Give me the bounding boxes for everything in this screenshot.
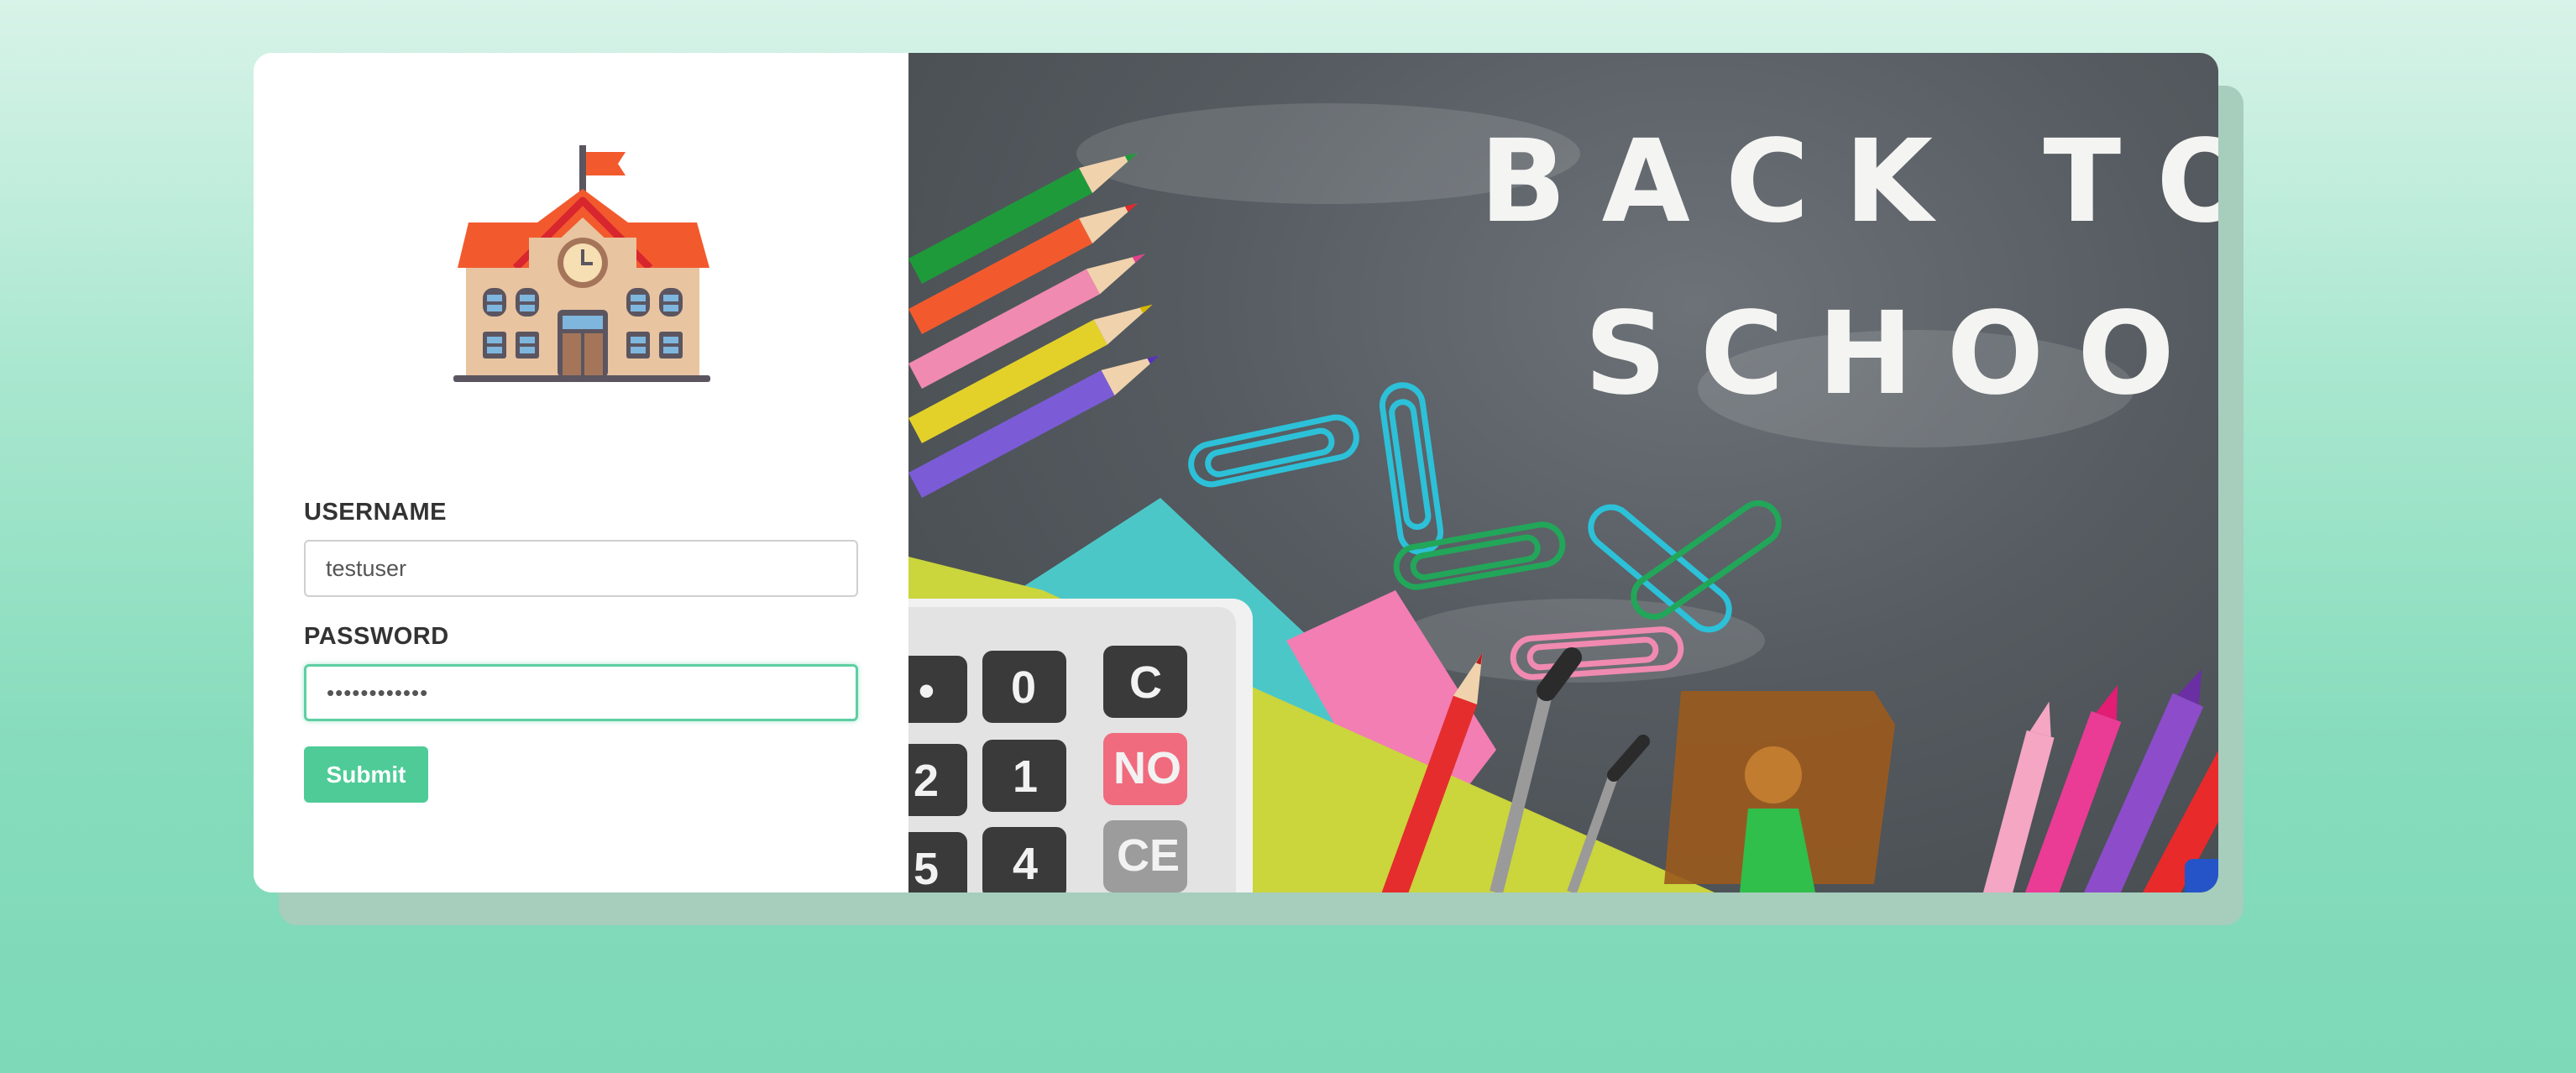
calc-key-1: 1 (1013, 751, 1038, 802)
chalk-line-2: SCHOOL (1584, 288, 2218, 421)
chalk-line-1: BACK TO (1479, 116, 2218, 249)
calc-key-dot: • (919, 666, 935, 716)
submit-button[interactable]: Submit (304, 746, 428, 803)
school-logo (453, 145, 714, 439)
hero-illustration: BACK TO SCHOOL (908, 103, 2218, 892)
calc-key-2: 2 (914, 756, 939, 806)
calculator: • 0 C 2 1 NO 5 4 CE (908, 599, 1253, 892)
password-input[interactable] (304, 664, 858, 721)
back-to-school-image: BACK TO SCHOOL (908, 53, 2218, 892)
calc-key-4: 4 (1013, 839, 1038, 889)
calc-key-5: 5 (914, 844, 939, 892)
school-building-icon (453, 145, 710, 382)
calc-key-ce: CE (1117, 830, 1180, 881)
login-panel: USERNAME PASSWORD Submit (254, 53, 908, 892)
login-card: USERNAME PASSWORD Submit BACK TO SCHOOL (254, 53, 2218, 892)
markers (1983, 669, 2218, 892)
password-label: PASSWORD (304, 623, 449, 650)
sharpener (1745, 746, 1802, 803)
calc-key-0: 0 (1011, 662, 1036, 713)
username-input[interactable] (304, 540, 858, 597)
username-label: USERNAME (304, 499, 447, 526)
calc-key-c: C (1129, 657, 1162, 708)
colored-pencils (908, 153, 1160, 499)
calc-key-no: NO (1113, 743, 1181, 793)
